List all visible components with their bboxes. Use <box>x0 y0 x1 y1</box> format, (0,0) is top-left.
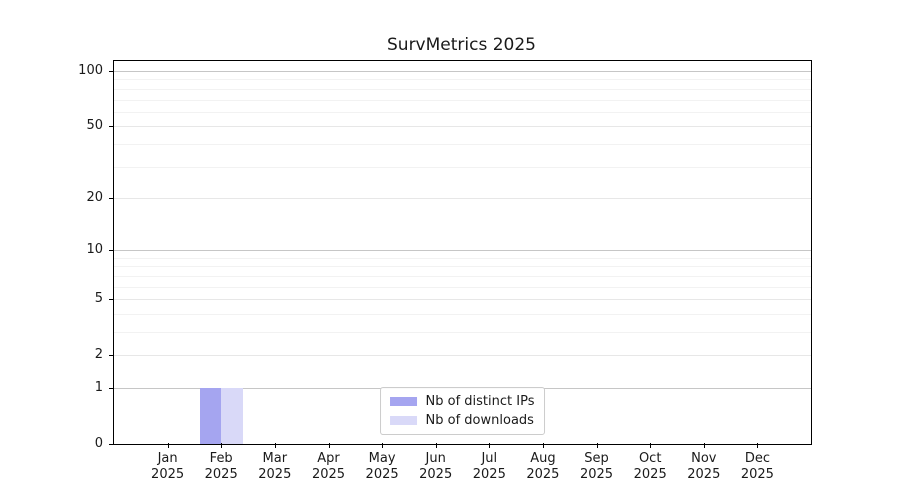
y-tick-label: 20 <box>86 189 103 205</box>
gridline-minor <box>114 79 811 81</box>
y-tick-label: 2 <box>94 347 103 363</box>
x-tick-mark <box>542 443 544 448</box>
y-tick-mark <box>109 126 113 128</box>
chart-title: SurvMetrics 2025 <box>387 35 536 55</box>
y-tick-label: 10 <box>86 242 103 258</box>
legend: Nb of distinct IPs Nb of downloads <box>379 387 546 435</box>
legend-entry-downloads: Nb of downloads <box>389 411 535 430</box>
y-tick-mark <box>109 71 113 72</box>
x-tick-mark <box>703 443 705 448</box>
plot-area: 0 1 2 5 10 20 50 100 Jan 2025 Feb 2025 Mar 2025 Apr 20… <box>78 60 812 482</box>
x-tick-label: Dec 2025 <box>740 451 774 482</box>
gridline-minor <box>114 166 811 168</box>
legend-swatch-downloads <box>389 416 417 425</box>
gridline-minor <box>114 143 811 145</box>
x-tick-mark <box>757 443 759 448</box>
x-tick-mark <box>596 443 598 448</box>
legend-label-distinct-ips: Nb of distinct IPs <box>425 394 535 409</box>
bar-downloads <box>221 388 243 444</box>
x-tick-mark <box>382 443 384 448</box>
x-tick-mark <box>274 443 276 448</box>
y-tick-mark <box>109 388 113 389</box>
x-tick-mark <box>221 443 223 448</box>
x-tick-mark <box>650 443 652 448</box>
gridline-minor <box>114 275 811 277</box>
y-tick-mark <box>109 197 113 199</box>
y-tick-mark <box>109 355 113 357</box>
chart-figure: SurvMetrics 2025 0 1 2 5 10 20 50 100 Jan 2025 Fe… <box>0 0 900 500</box>
y-tick-mark <box>109 250 113 252</box>
x-tick-mark <box>167 443 169 448</box>
gridline-minor <box>114 332 811 333</box>
gridline-minor <box>114 266 811 268</box>
gridline-decade <box>114 250 811 252</box>
y-tick-mark <box>109 299 113 301</box>
y-tick-mark <box>109 444 113 445</box>
gridline-minor <box>114 286 811 288</box>
gridline-labeled <box>114 126 811 128</box>
gridline-minor <box>114 99 811 101</box>
gridline-labeled <box>114 299 811 301</box>
y-tick-label: 0 <box>94 436 103 451</box>
gridline-minor <box>114 257 811 259</box>
gridline-minor <box>114 313 811 315</box>
x-tick-mark <box>328 443 330 448</box>
gridline-labeled <box>114 355 811 357</box>
y-tick-label: 5 <box>94 291 103 307</box>
bar-distinct-ips <box>199 388 222 444</box>
legend-swatch-distinct-ips <box>389 397 417 406</box>
legend-label-downloads: Nb of downloads <box>425 413 534 428</box>
y-tick-label: 1 <box>94 380 103 395</box>
legend-entry-distinct-ips: Nb of distinct IPs <box>389 392 535 411</box>
y-tick-label: 100 <box>78 63 103 78</box>
x-tick-mark <box>435 443 437 448</box>
gridline-labeled <box>114 197 811 199</box>
y-tick-label: 50 <box>86 118 103 134</box>
gridline-minor <box>114 111 811 113</box>
x-tick-mark <box>489 443 491 448</box>
gridline-minor <box>114 88 811 90</box>
gridline-decade <box>114 71 811 72</box>
